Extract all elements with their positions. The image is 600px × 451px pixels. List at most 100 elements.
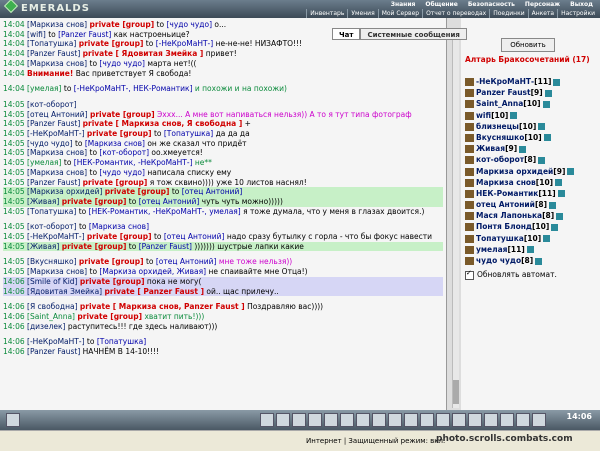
message-author[interactable]: [Живая] — [27, 197, 59, 206]
toolbar-button-icon[interactable] — [436, 413, 450, 427]
toolbar-button-icon[interactable] — [516, 413, 530, 427]
toolbar-button-icon[interactable] — [372, 413, 386, 427]
user-list-item[interactable]: Мася Лапонька[8] — [465, 210, 600, 221]
toolbar-button-icon[interactable] — [308, 413, 322, 427]
toolbar-button-icon[interactable] — [292, 413, 306, 427]
sub-menu-item[interactable]: Анкета — [527, 9, 558, 18]
user-list-item[interactable]: wifi[10] — [465, 110, 600, 121]
chat-scrollbar[interactable] — [452, 40, 459, 408]
user-info-icon[interactable] — [556, 212, 564, 220]
tab-chat[interactable]: Чат — [332, 28, 361, 40]
message-author[interactable]: [wifi] — [27, 30, 46, 39]
sub-menu-item[interactable]: Поединки — [489, 9, 527, 18]
message-recipient[interactable]: [отец Антоний] — [139, 197, 200, 206]
message-author[interactable]: [кот-оборот] — [27, 222, 77, 231]
toolbar-button-icon[interactable] — [532, 413, 546, 427]
user-list-item[interactable]: -НеКроМаНТ-[11] — [465, 76, 600, 87]
message-author[interactable]: [Smile of Kid] — [27, 277, 77, 286]
user-info-icon[interactable] — [542, 100, 550, 108]
private-marker[interactable]: private [group] — [87, 232, 152, 241]
user-list-item[interactable]: Понтя Блонд[10] — [465, 221, 600, 232]
user-info-icon[interactable] — [543, 134, 551, 142]
user-name[interactable]: умелая — [476, 245, 507, 254]
message-author[interactable]: [Маркиза орхидей] — [27, 187, 102, 196]
message-author[interactable]: [Panzer Faust] — [27, 49, 80, 58]
message-recipient[interactable]: [-НеКроМаНТ-] — [156, 39, 213, 48]
user-name[interactable]: чудо чудо — [476, 256, 521, 265]
user-name[interactable]: Топатушка — [476, 234, 524, 243]
message-recipient[interactable]: [отец Антоний] — [182, 187, 243, 196]
user-list-item[interactable]: Топатушка[10] — [465, 233, 600, 244]
toolbar-button-icon[interactable] — [356, 413, 370, 427]
toolbar-button-icon[interactable] — [468, 413, 482, 427]
user-name[interactable]: Мася Лапонька — [476, 211, 542, 220]
user-list-item[interactable]: отец Антоний[8] — [465, 199, 600, 210]
toolbar-button-icon[interactable] — [452, 413, 466, 427]
toolbar-button-icon[interactable] — [324, 413, 338, 427]
message-recipient[interactable]: [НЕК-Романтик, -НеКроМаНТ-, умелая] — [89, 207, 241, 216]
user-info-icon[interactable] — [551, 223, 559, 231]
private-marker[interactable]: private [group] — [87, 129, 152, 138]
message-recipient[interactable]: [Топатушка] — [164, 129, 213, 138]
message-recipient[interactable]: [отец Антоний] — [156, 257, 217, 266]
user-name[interactable]: Маркиза орхидей — [476, 167, 553, 176]
message-author[interactable]: [Маркиза снов] — [27, 267, 87, 276]
user-name[interactable]: Вкусняшко — [476, 133, 524, 142]
top-menu-item[interactable]: Безопасность — [463, 0, 520, 9]
user-name[interactable]: Panzer Faust — [476, 88, 531, 97]
message-author[interactable]: [Маркиза снов] — [27, 168, 87, 177]
message-author[interactable]: [-НеКроМаНТ-] — [27, 337, 84, 346]
user-info-icon[interactable] — [519, 145, 527, 153]
user-name[interactable]: отец Антоний — [476, 200, 535, 209]
toolbar-button-icon[interactable] — [276, 413, 290, 427]
message-author[interactable]: [Топатушка] — [27, 207, 76, 216]
message-author[interactable]: [Panzer Faust] — [27, 178, 80, 187]
user-info-icon[interactable] — [549, 201, 557, 209]
private-marker[interactable]: private [group] — [90, 110, 155, 119]
private-marker[interactable]: private [ Маркиза снов, Panzer Faust ] — [80, 302, 245, 311]
user-name[interactable]: Маркиза снов — [476, 178, 536, 187]
message-author[interactable]: [Вкусняшко] — [27, 257, 77, 266]
user-list-item[interactable]: Живая[9] — [465, 143, 600, 154]
message-author[interactable]: Внимание! — [27, 69, 73, 78]
message-author[interactable]: [отец Антоний] — [27, 110, 88, 119]
private-marker[interactable]: private [group] — [105, 187, 170, 196]
message-recipient[interactable]: [Panzer Faust] — [139, 242, 192, 251]
user-info-icon[interactable] — [538, 123, 546, 131]
user-info-icon[interactable] — [553, 78, 561, 86]
toolbar-button-icon[interactable] — [260, 413, 274, 427]
message-author[interactable]: [кот-оборот] — [27, 100, 77, 109]
user-list-item[interactable]: Вкусняшко[10] — [465, 132, 600, 143]
message-recipient[interactable]: [чудо чудо] — [99, 168, 145, 177]
user-info-icon[interactable] — [555, 179, 563, 187]
toolbar-button-icon[interactable] — [484, 413, 498, 427]
user-info-icon[interactable] — [538, 156, 546, 164]
user-list-item[interactable]: Маркиза снов[10] — [465, 177, 600, 188]
message-author[interactable]: [Panzer Faust] — [27, 347, 80, 356]
message-author[interactable]: [чудо чудо] — [27, 139, 73, 148]
user-name[interactable]: Понтя Блонд — [476, 222, 532, 231]
message-recipient[interactable]: [-НеКроМаНТ-, НЕК-Романтик] — [74, 84, 193, 93]
user-info-icon[interactable] — [543, 235, 551, 243]
message-recipient[interactable]: [Маркиза снов] — [85, 139, 145, 148]
message-author[interactable]: [Panzer Faust] — [27, 119, 80, 128]
user-list-item[interactable]: близнецы[10] — [465, 121, 600, 132]
private-marker[interactable]: private [group] — [79, 257, 144, 266]
message-author[interactable]: [-НеКроМаНТ-] — [27, 129, 84, 138]
message-recipient[interactable]: [Маркиза орхидей, Живая] — [99, 267, 206, 276]
message-recipient[interactable]: [кот-оборот] — [99, 148, 149, 157]
message-recipient[interactable]: [чудо чудо] — [166, 20, 212, 29]
toolbar-button-icon[interactable] — [340, 413, 354, 427]
user-info-icon[interactable] — [567, 168, 575, 175]
message-recipient[interactable]: [Топатушка] — [97, 337, 146, 346]
message-recipient[interactable]: [чудо чудо] — [99, 59, 145, 68]
message-author[interactable]: [Saint_Anna] — [27, 312, 75, 321]
top-menu-item[interactable]: Знания — [386, 0, 421, 9]
toolbar-button-icon[interactable] — [6, 413, 20, 427]
message-author[interactable]: [Живая] — [27, 242, 59, 251]
toolbar-button-icon[interactable] — [388, 413, 402, 427]
message-recipient[interactable]: [Маркиза снов] — [89, 222, 149, 231]
user-info-icon[interactable] — [535, 257, 543, 265]
private-marker[interactable]: private [group] — [62, 242, 127, 251]
message-author[interactable]: [умелая] — [27, 84, 61, 93]
